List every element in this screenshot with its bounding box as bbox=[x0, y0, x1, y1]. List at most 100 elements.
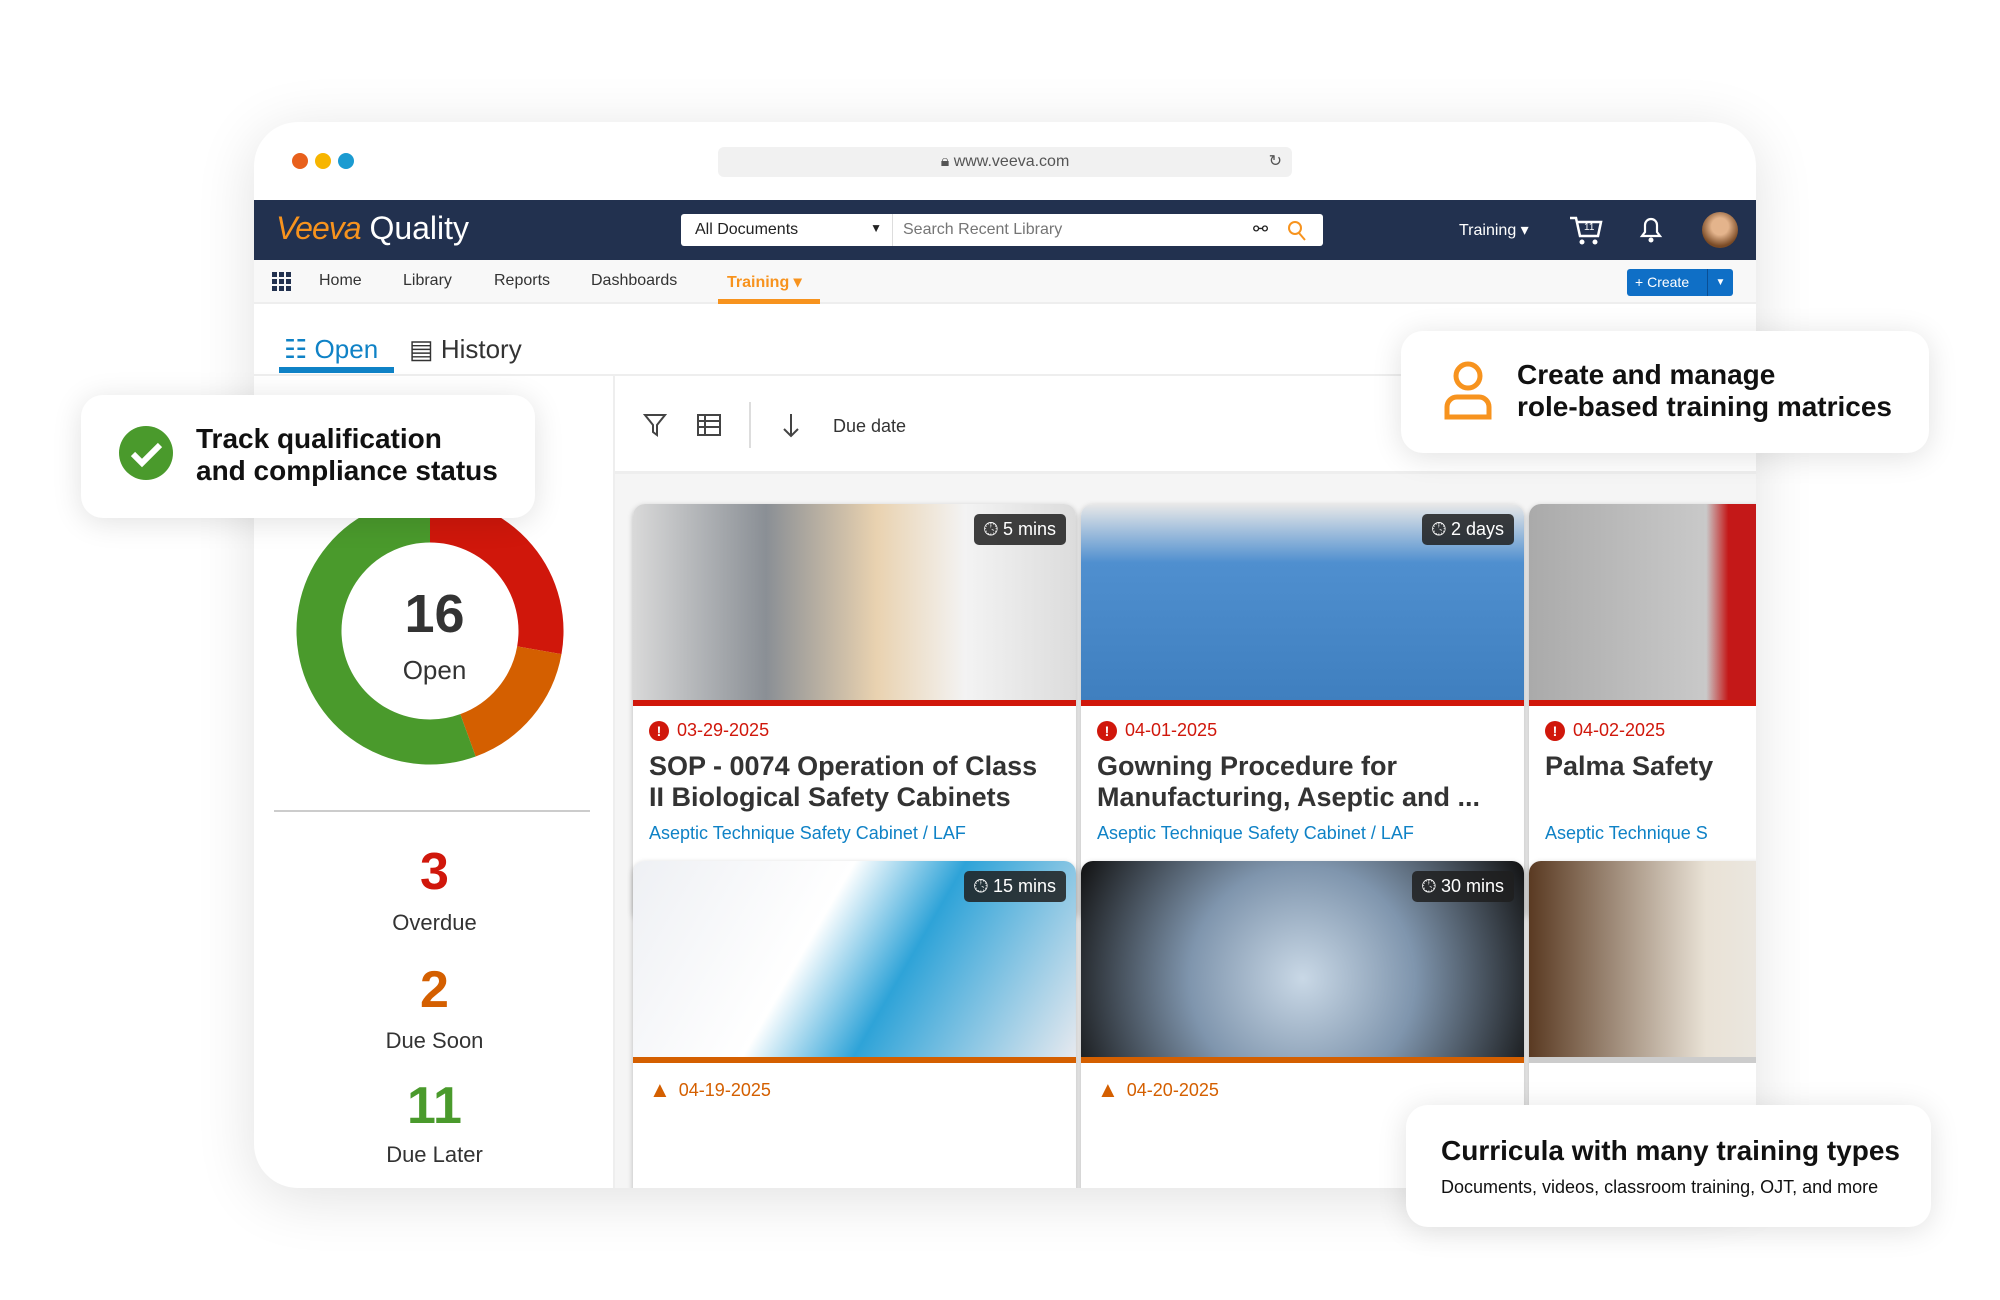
training-card[interactable]: 🕓︎ 2 days ! 04-01-2025 Gowning Procedure fo… bbox=[1081, 504, 1524, 921]
minimize-dot[interactable] bbox=[315, 153, 331, 169]
checklist-icon: ☷ bbox=[284, 334, 308, 364]
warning-triangle-icon: ▲ bbox=[649, 1077, 671, 1102]
svg-text:11: 11 bbox=[1584, 222, 1595, 233]
divider bbox=[749, 402, 751, 448]
callout-line: Track qualification bbox=[196, 423, 442, 454]
due-date: ! 04-02-2025 bbox=[1545, 720, 1756, 741]
total-label: Open bbox=[402, 655, 467, 685]
card-title[interactable]: Gowning Procedure for Manufacturing, Asep… bbox=[1097, 751, 1508, 813]
callout-title: Curricula with many training types bbox=[1441, 1135, 1900, 1166]
bell-icon[interactable] bbox=[1638, 214, 1664, 244]
maximize-dot[interactable] bbox=[338, 153, 354, 169]
total-count: 16 bbox=[404, 584, 465, 644]
callout-subtitle: Documents, videos, classroom training, O… bbox=[1441, 1177, 1879, 1197]
filter-icon[interactable] bbox=[643, 412, 667, 438]
nav-library[interactable]: Library bbox=[403, 272, 452, 290]
table-view-icon[interactable] bbox=[697, 414, 721, 436]
card-image: 🕓︎ 2 days bbox=[1081, 504, 1524, 700]
callout-line: and compliance status bbox=[196, 455, 498, 486]
divider bbox=[274, 810, 590, 812]
callout-line: role-based training matrices bbox=[1517, 391, 1893, 422]
training-card[interactable]: 🕓︎ 5 mins ! 03-29-2025 SOP - 0074 Operation… bbox=[633, 504, 1076, 921]
search-scope-dropdown[interactable]: All Documents ▼ bbox=[681, 214, 893, 246]
clock-icon: 🕓︎ bbox=[1421, 876, 1436, 896]
card-image: 🕓︎ 5 mins bbox=[633, 504, 1076, 700]
cart-icon[interactable]: 11 bbox=[1568, 214, 1604, 246]
alert-circle-icon: ! bbox=[1097, 720, 1117, 741]
warning-triangle-icon: ▲ bbox=[1097, 1077, 1119, 1102]
card-image: 🕓︎ 30 mins bbox=[1081, 861, 1524, 1057]
alert-circle-icon: ! bbox=[1545, 720, 1565, 741]
overdue-label: Overdue bbox=[392, 910, 477, 935]
training-menu[interactable]: Training ▾ bbox=[1459, 220, 1529, 240]
search-icon[interactable] bbox=[1287, 220, 1307, 242]
training-card[interactable]: 🕓︎ 15 mins ▲ 04-19-2025 bbox=[633, 861, 1076, 1188]
search-bar: All Documents▼ ⚯ bbox=[681, 214, 1323, 246]
clock-icon: 🕓︎ bbox=[973, 876, 988, 896]
sub-nav: Home Library Reports Dashboards Training… bbox=[254, 260, 1756, 304]
browser-window: 🔒︎ www.veeva.com ↻ Veeva Quality All Docu… bbox=[254, 122, 1756, 1188]
search-input[interactable] bbox=[903, 218, 1243, 242]
app-header: Veeva Quality All Documents▼ ⚯ Training … bbox=[254, 200, 1756, 260]
callout-line: Create and manage bbox=[1517, 359, 1776, 390]
sort-descending-icon[interactable] bbox=[781, 412, 801, 440]
create-button[interactable]: + Create ▼ bbox=[1627, 269, 1733, 296]
check-circle-icon bbox=[119, 426, 173, 480]
clock-icon: 🕓︎ bbox=[983, 519, 998, 539]
active-tab-indicator bbox=[279, 367, 394, 373]
address-bar[interactable]: 🔒︎ www.veeva.com ↻ bbox=[718, 147, 1292, 177]
due-soon-label: Due Soon bbox=[385, 1028, 484, 1053]
callout-track: Track qualification and compliance status bbox=[81, 395, 535, 518]
card-image bbox=[1529, 861, 1756, 1057]
status-bar bbox=[1081, 700, 1524, 706]
card-image: 🕓︎ 15 mins bbox=[633, 861, 1076, 1057]
logo[interactable]: Veeva Quality bbox=[276, 210, 469, 247]
status-bar bbox=[1529, 1057, 1756, 1063]
active-nav-indicator bbox=[718, 299, 820, 304]
due-date: ! 04-01-2025 bbox=[1097, 720, 1524, 741]
due-date: ! 03-29-2025 bbox=[649, 720, 1076, 741]
nav-reports[interactable]: Reports bbox=[494, 272, 550, 290]
close-dot[interactable] bbox=[292, 153, 308, 169]
training-card[interactable]: ! 04-02-2025 Palma Safety Aseptic Technique… bbox=[1529, 504, 1756, 921]
create-dropdown-icon[interactable]: ▼ bbox=[1707, 269, 1733, 296]
due-date: ▲ 04-19-2025 bbox=[649, 1077, 771, 1102]
url-text: www.veeva.com bbox=[953, 153, 1070, 170]
callout-matrix: Create and manage role-based training mat… bbox=[1401, 331, 1929, 453]
card-title[interactable]: Palma Safety bbox=[1545, 751, 1756, 813]
overdue-count[interactable]: 3 bbox=[254, 842, 615, 902]
due-later-count[interactable]: 11 bbox=[254, 1076, 615, 1136]
training-grid: 🕓︎ 5 mins ! 03-29-2025 SOP - 0074 Operation… bbox=[615, 474, 1756, 1188]
alert-circle-icon: ! bbox=[649, 720, 669, 741]
history-icon: ▤ bbox=[409, 334, 434, 364]
nav-dashboards[interactable]: Dashboards bbox=[591, 272, 677, 290]
curriculum-link[interactable]: Aseptic Technique S bbox=[1545, 823, 1756, 844]
lock-icon: 🔒︎ bbox=[940, 153, 954, 170]
duration-badge: 🕓︎ 5 mins bbox=[973, 514, 1066, 545]
duration-badge: 🕓︎ 30 mins bbox=[1411, 871, 1514, 902]
curriculum-link[interactable]: Aseptic Technique Safety Cabinet / LAF bbox=[649, 823, 1060, 844]
clock-icon: 🕓︎ bbox=[1431, 519, 1446, 539]
due-date: ▲ 04-20-2025 bbox=[1097, 1077, 1219, 1102]
status-bar bbox=[633, 700, 1076, 706]
nav-training[interactable]: Training ▾ bbox=[727, 272, 802, 292]
reload-icon[interactable]: ↻ bbox=[1269, 147, 1282, 177]
callout-curricula: Curricula with many training types Docum… bbox=[1406, 1105, 1931, 1227]
duration-badge: 🕓︎ 15 mins bbox=[963, 871, 1066, 902]
curriculum-link[interactable]: Aseptic Technique Safety Cabinet / LAF bbox=[1097, 823, 1508, 844]
card-title[interactable]: SOP - 0074 Operation of Class II Biologic… bbox=[649, 751, 1060, 813]
sort-field[interactable]: Due date bbox=[833, 416, 906, 437]
apps-grid-icon[interactable] bbox=[272, 272, 292, 292]
due-soon-count[interactable]: 2 bbox=[254, 960, 615, 1020]
due-later-label: Due Later bbox=[386, 1142, 483, 1167]
tab-open[interactable]: ☷ Open bbox=[284, 334, 378, 365]
card-image bbox=[1529, 504, 1756, 700]
avatar[interactable] bbox=[1702, 212, 1738, 248]
chevron-down-icon: ▼ bbox=[870, 221, 882, 235]
status-bar bbox=[633, 1057, 1076, 1063]
nav-home[interactable]: Home bbox=[319, 272, 362, 290]
tab-history[interactable]: ▤ History bbox=[409, 334, 522, 365]
status-bar bbox=[1081, 1057, 1524, 1063]
user-icon bbox=[1444, 361, 1492, 420]
binoculars-icon[interactable]: ⚯ bbox=[1253, 219, 1268, 240]
